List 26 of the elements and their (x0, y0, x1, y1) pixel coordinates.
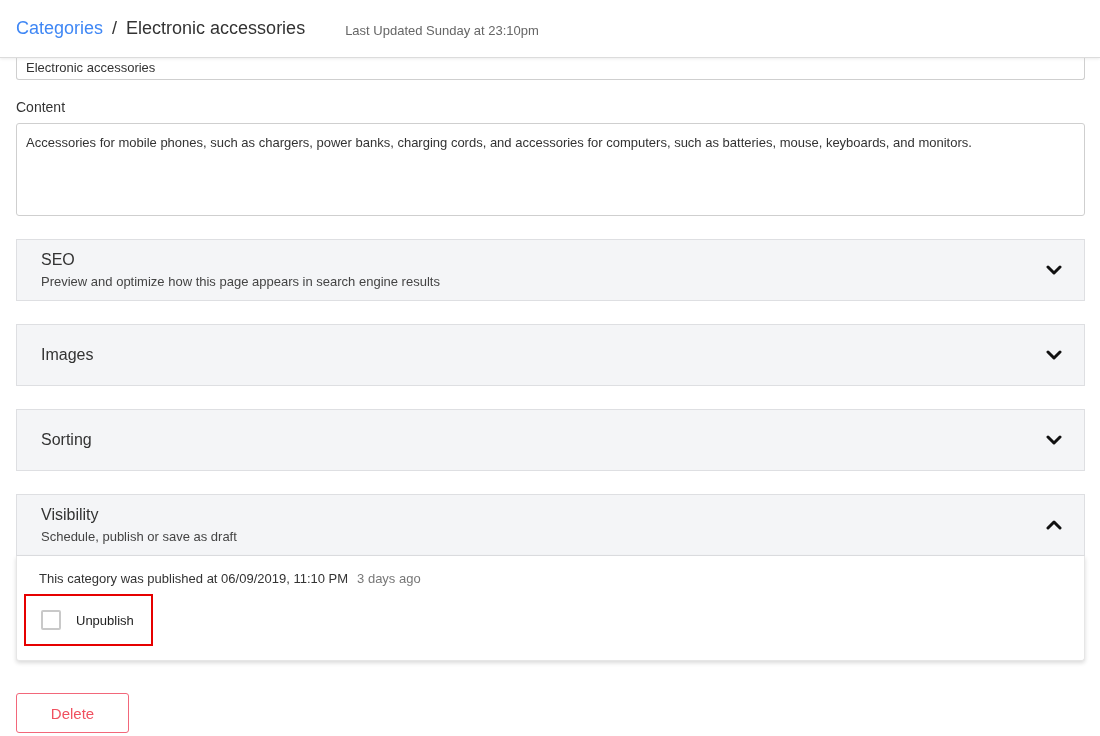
section-subtitle: Schedule, publish or save as draft (41, 528, 238, 545)
section-subtitle: Preview and optimize how this page appears in search engine results (41, 273, 441, 290)
content-field[interactable]: Accessories for mobile phones, such as chargers, power banks, charging cords, and accessories for computers, such as batteries, mouse, keyboards, and monitors. (16, 123, 1085, 216)
chevron-down-icon[interactable] (1046, 435, 1062, 445)
last-updated-text: Last Updated Sunday at 23:10pm (345, 21, 539, 38)
publish-info: This category was published at 06/09/2019, 11:10 PM (39, 571, 349, 586)
page-title: Electronic accessories (126, 18, 306, 39)
chevron-up-icon[interactable] (1046, 520, 1062, 530)
field-label: Content (16, 98, 67, 116)
breadcrumb-link[interactable]: Categories (16, 18, 104, 39)
section-title: Images (41, 345, 95, 365)
accordion-header[interactable]: SEO Preview and optimize how this page appears in search engine results (16, 239, 1085, 301)
section-title: Visibility (41, 505, 100, 525)
checkbox[interactable] (41, 610, 61, 630)
delete-button[interactable]: Delete (16, 693, 129, 733)
section-title: SEO (41, 250, 76, 270)
relative-time: 3 days ago (357, 571, 421, 586)
section-title: Sorting (41, 430, 93, 450)
accordion-header[interactable]: Images (16, 324, 1085, 386)
breadcrumb-separator: / (112, 18, 118, 39)
accordion-header[interactable]: Sorting (16, 409, 1085, 471)
name-field[interactable]: Electronic accessories (16, 58, 1085, 80)
chevron-down-icon[interactable] (1046, 350, 1062, 360)
chevron-down-icon[interactable] (1046, 265, 1062, 275)
checkbox-label[interactable]: Unpublish (76, 612, 134, 628)
accordion-header[interactable]: Visibility Schedule, publish or save as draft (16, 494, 1085, 556)
